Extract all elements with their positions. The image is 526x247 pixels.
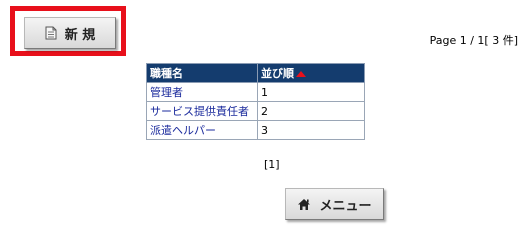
menu-button-label: メニュー: [319, 198, 372, 214]
job-name-link[interactable]: 管理者: [150, 86, 183, 99]
job-name-cell[interactable]: 派遣ヘルパー: [146, 120, 258, 140]
job-name-link[interactable]: 派遣ヘルパー: [150, 124, 216, 137]
job-name-cell[interactable]: 管理者: [146, 82, 258, 102]
job-type-table: 職種名 並び順 管理者 1 サービス提供責任者 2 派遣ヘルパー 3: [146, 63, 365, 140]
job-name-cell[interactable]: サービス提供責任者: [146, 101, 258, 121]
page-link-1[interactable]: [1]: [264, 158, 280, 171]
sort-ascending-icon[interactable]: [296, 71, 306, 77]
order-cell: 2: [257, 101, 365, 121]
order-cell: 1: [257, 82, 365, 102]
pager: [1]: [264, 158, 280, 171]
home-icon: [297, 198, 311, 211]
table-header-row: 職種名 並び順: [146, 63, 365, 83]
order-cell: 3: [257, 120, 365, 140]
column-header-job-name[interactable]: 職種名: [146, 63, 258, 83]
table-row: 派遣ヘルパー 3: [146, 120, 365, 140]
job-name-link[interactable]: サービス提供責任者: [150, 105, 249, 118]
page-info: Page 1 / 1[ 3 件]: [429, 34, 518, 47]
document-icon: [45, 26, 57, 40]
page: 新 規 Page 1 / 1[ 3 件] 職種名 並び順 管理者 1 サービス提…: [0, 0, 526, 247]
new-button[interactable]: 新 規: [24, 17, 116, 49]
new-button-label: 新 規: [64, 27, 96, 43]
column-header-order[interactable]: 並び順: [257, 63, 365, 83]
table-row: 管理者 1: [146, 82, 365, 102]
table-row: サービス提供責任者 2: [146, 101, 365, 121]
menu-button[interactable]: メニュー: [285, 188, 384, 220]
